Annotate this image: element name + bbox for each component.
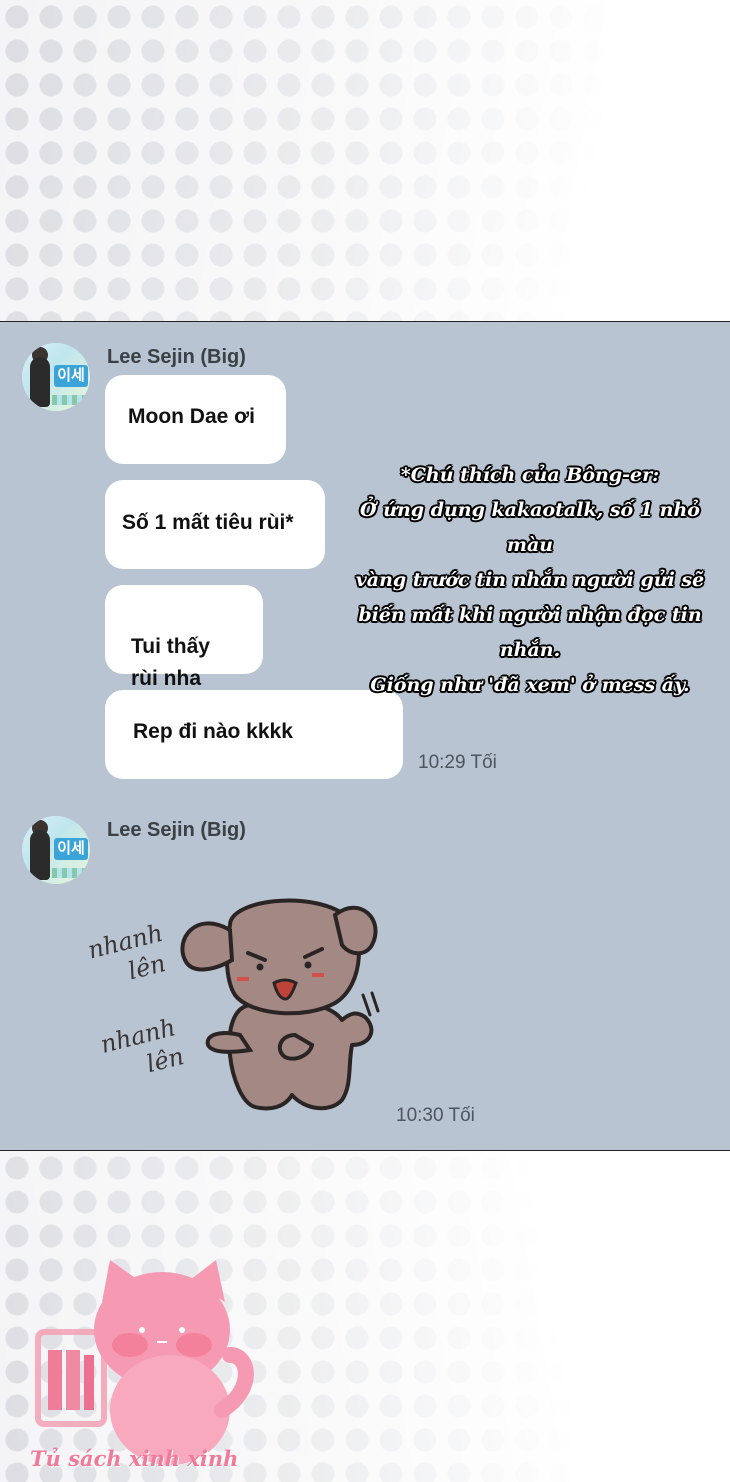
avatar-stripe	[52, 395, 86, 405]
message-text: Số 1 mất tiêu rùi*	[122, 511, 294, 534]
avatar-person	[30, 830, 50, 880]
note-line: *Chú thích của Bông-er:	[400, 464, 660, 486]
avatar-person	[30, 357, 50, 407]
note-line: vàng trước tin nhắn người gửi sẽ	[355, 569, 705, 591]
avatar-stripe	[52, 868, 86, 878]
message-bubble[interactable]: Tui thấy rùi nha	[105, 585, 263, 690]
message-timestamp: 10:30 Tối	[396, 1105, 475, 1126]
puppy-sticker-icon[interactable]: nhanh lên nhanh lên	[80, 885, 390, 1125]
avatar-sign: 이세	[54, 365, 88, 387]
sticker-text: nhanh lên	[98, 1011, 193, 1088]
note-line: biến mất khi người nhận đọc tin nhắn.	[358, 604, 702, 661]
sender-avatar[interactable]: 이세	[22, 343, 90, 411]
sticker-word-2b: lên	[144, 1042, 187, 1078]
message-bubble[interactable]: Số 1 mất tiêu rùi*	[105, 480, 325, 569]
note-line: Ở ứng dụng kakaotalk, số 1 nhỏ màu	[360, 499, 700, 556]
message-bubble[interactable]: Rep đi nào kkkk	[105, 690, 403, 779]
dotted-background-top	[0, 0, 730, 322]
message-bubble[interactable]: Moon Dae ơi	[105, 375, 286, 464]
message-text: Tui thấy rùi nha	[131, 635, 210, 690]
avatar-sign: 이세	[54, 838, 88, 860]
note-line: Giống như 'đã xem' ở mess ấy.	[370, 674, 690, 696]
message-text: Rep đi nào kkkk	[133, 720, 293, 743]
sticker-word-1b: lên	[125, 949, 168, 985]
sender-name: Lee Sejin (Big)	[107, 346, 246, 368]
watermark-text: Tủ sách xinh xinh	[30, 1446, 239, 1471]
translator-note: *Chú thích của Bông-er: Ở ứng dụng kakao…	[340, 458, 720, 703]
message-text: Moon Dae ơi	[128, 405, 255, 428]
sticker-text: nhanh lên	[85, 917, 180, 994]
sender-avatar[interactable]: 이세	[22, 816, 90, 884]
message-timestamp: 10:29 Tối	[418, 752, 497, 773]
sender-name: Lee Sejin (Big)	[107, 819, 246, 841]
